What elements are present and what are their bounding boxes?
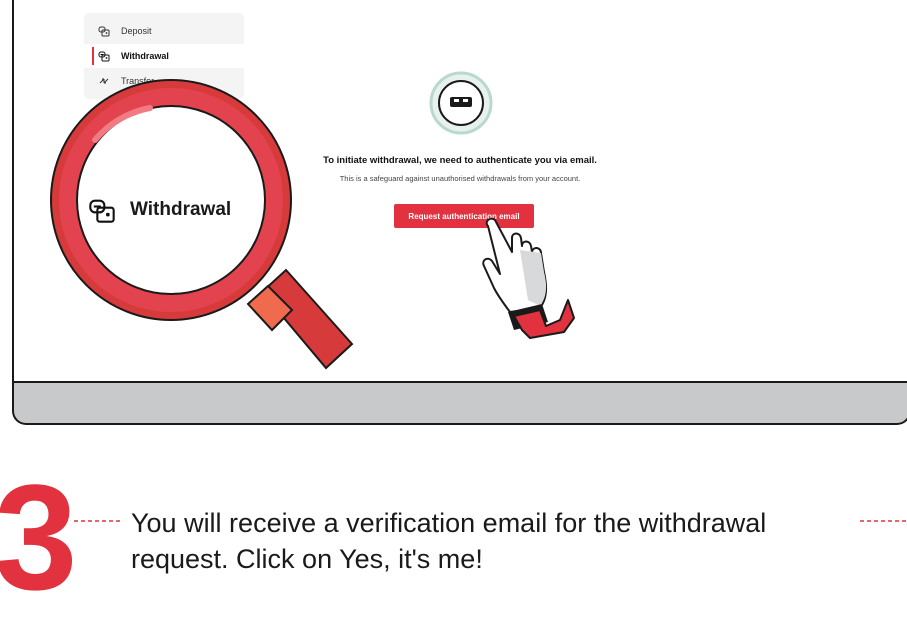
magnifier-handle [246, 268, 354, 370]
step-number: 3 [0, 453, 78, 621]
wallet-out-icon [88, 196, 116, 224]
step-instruction: You will receive a verification email fo… [131, 508, 767, 574]
magnified-label: Withdrawal [130, 199, 232, 220]
magnified-menu-item: Withdrawal [88, 196, 231, 224]
pointing-hand-icon [482, 217, 575, 339]
